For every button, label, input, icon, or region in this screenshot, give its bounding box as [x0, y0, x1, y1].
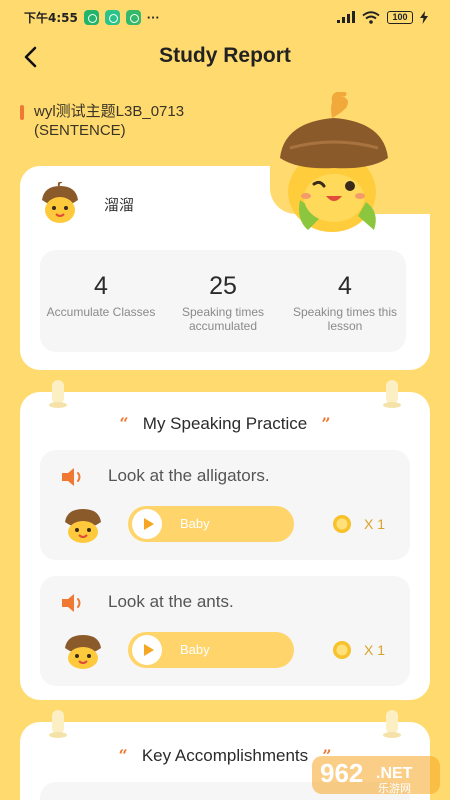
- play-circle: [132, 635, 162, 665]
- speaking-section-title: “ My Speaking Practice ”: [20, 414, 430, 434]
- play-recording-button[interactable]: Baby: [128, 632, 294, 668]
- coin-count: X 1: [364, 516, 386, 532]
- svg-text:.NET: .NET: [376, 765, 413, 782]
- stat-speaking-this-lesson: 4 Speaking times this lesson: [284, 250, 406, 352]
- topic-subtitle: (SENTENCE): [34, 122, 126, 139]
- coin-icon: [333, 641, 351, 659]
- practice-item: Look at the alligators. Baby X 1: [40, 450, 410, 560]
- speaker-icon[interactable]: [60, 466, 86, 488]
- status-right: 100: [337, 10, 428, 24]
- open-quote-icon: “: [119, 414, 129, 433]
- svg-text:乐游网: 乐游网: [378, 782, 411, 795]
- play-icon: [144, 518, 154, 530]
- svg-text:962: 962: [320, 758, 363, 788]
- binder-pin-icon: [49, 710, 67, 738]
- coin-icon: [333, 515, 351, 533]
- open-quote-icon: “: [118, 746, 128, 765]
- close-quote-icon: ”: [321, 414, 331, 433]
- user-avatar: [42, 182, 78, 223]
- topic-title: wyl测试主题L3B_0713: [34, 103, 185, 120]
- charging-icon: [420, 10, 428, 24]
- nav-bar: Study Report: [0, 34, 450, 80]
- speaker-avatar: [65, 509, 101, 543]
- wifi-icon: [362, 10, 380, 24]
- battery-level: 100: [392, 12, 408, 22]
- shield-app-icon: [83, 9, 99, 25]
- site-watermark-logo: 962 .NET 乐游网: [312, 756, 440, 795]
- recording-speaker-label: Baby: [180, 516, 210, 531]
- play-icon: [144, 644, 154, 656]
- status-bar: 下午4:55 ··· 100: [0, 0, 450, 34]
- topic-accent-bar: [20, 105, 24, 120]
- more-notifications-icon: ···: [146, 9, 160, 25]
- stat-accumulate-classes: 4 Accumulate Classes: [40, 250, 162, 352]
- play-circle: [132, 509, 162, 539]
- binder-pin-icon: [383, 380, 401, 408]
- status-left: 下午4:55 ···: [24, 9, 160, 26]
- practice-item: Look at the ants. Baby X 1: [40, 576, 410, 686]
- status-time: 下午4:55: [24, 10, 78, 25]
- coin-count: X 1: [364, 642, 386, 658]
- user-name: 溜溜: [104, 197, 135, 214]
- stat-value: 4: [94, 272, 108, 300]
- acorn-mascot-illustration: [280, 92, 388, 232]
- topic-heading: wyl测试主题L3B_0713 (SENTENCE): [20, 102, 280, 140]
- stat-label: Speaking times accumulated: [181, 305, 265, 333]
- stat-label: Accumulate Classes: [46, 305, 156, 319]
- sync-app-icon: [104, 9, 120, 25]
- practice-sentence: Look at the alligators.: [108, 466, 270, 485]
- stat-value: 4: [338, 272, 352, 300]
- stat-value: 25: [209, 272, 237, 300]
- section-title-text: My Speaking Practice: [142, 414, 308, 433]
- practice-sentence: Look at the ants.: [108, 592, 234, 611]
- speaker-icon[interactable]: [60, 592, 86, 614]
- play-recording-button[interactable]: Baby: [128, 506, 294, 542]
- signal-icon: [337, 11, 355, 23]
- stat-label: Speaking times this lesson: [292, 305, 398, 333]
- binder-pin-icon: [383, 710, 401, 738]
- page-title: Study Report: [159, 44, 291, 67]
- section-title-text: Key Accomplishments: [141, 746, 309, 765]
- binder-pin-icon: [49, 380, 67, 408]
- speaker-avatar: [65, 635, 101, 669]
- stat-speaking-accumulated: 25 Speaking times accumulated: [162, 250, 284, 352]
- message-app-icon: [125, 9, 141, 25]
- battery-icon: 100: [387, 10, 413, 24]
- recording-speaker-label: Baby: [180, 642, 210, 657]
- stats-panel: 4 Accumulate Classes 25 Speaking times a…: [40, 250, 406, 352]
